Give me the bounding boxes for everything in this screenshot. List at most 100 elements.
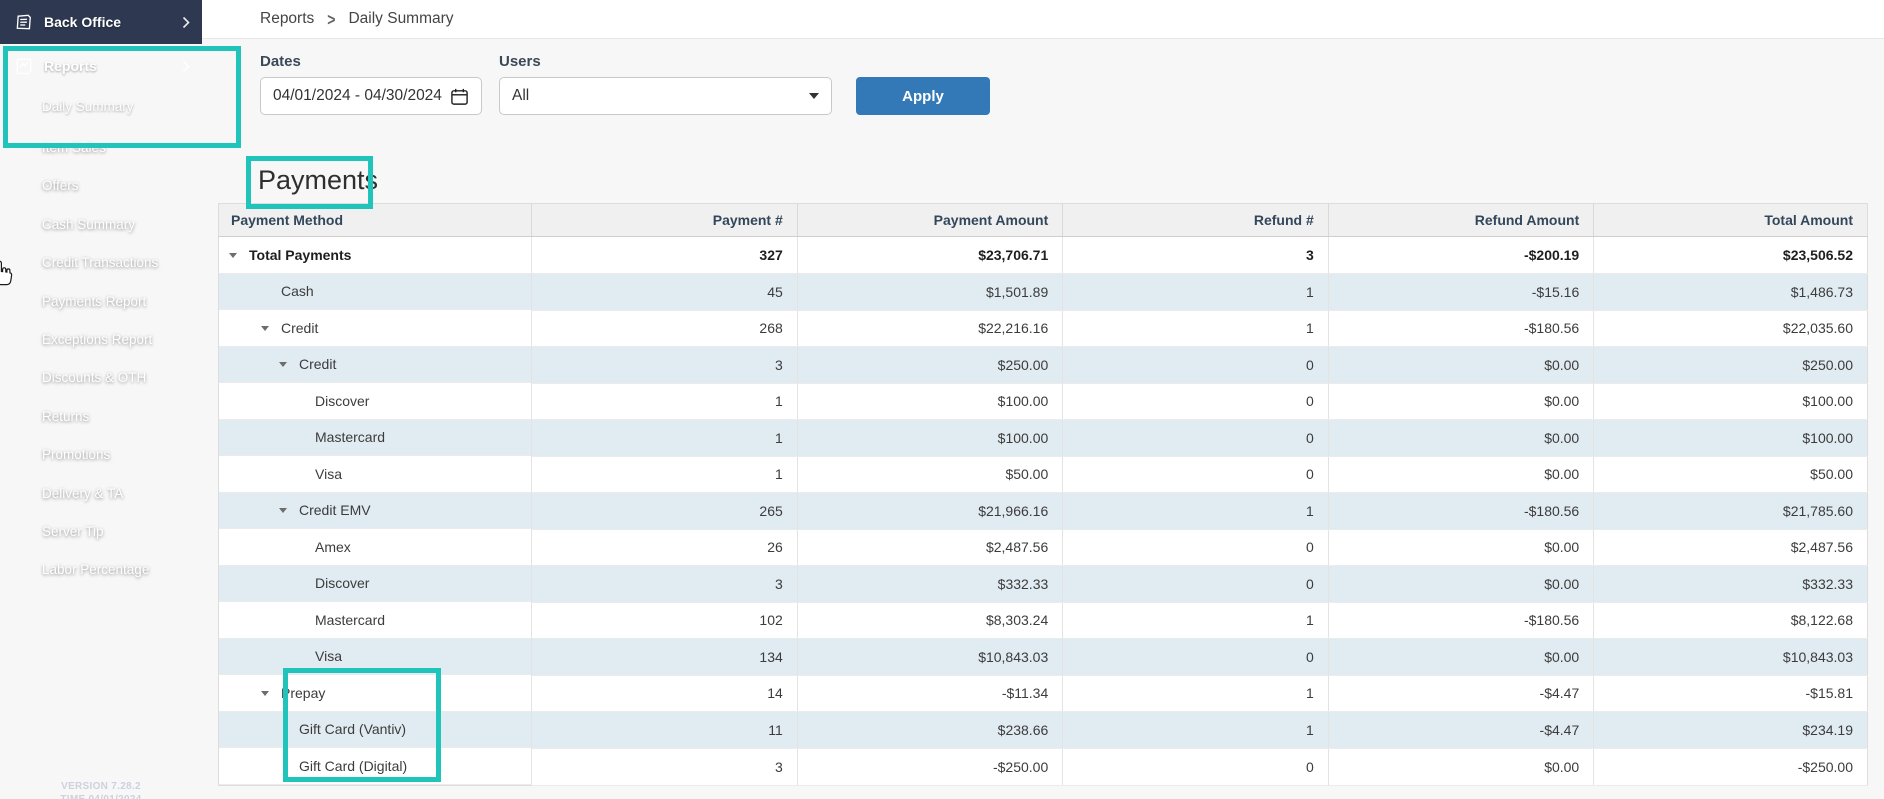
payment-method-label: Credit [299,356,336,372]
payment-method-label: Visa [315,648,342,664]
back-office-icon [14,12,34,32]
cell-payment-method: Gift Card (Digital) [219,748,532,785]
sidebar-item-exceptions-report[interactable]: Exceptions Report [0,321,202,359]
sidebar-item-server-tip[interactable]: Server Tip [0,513,202,551]
column-header-refund[interactable]: Refund # [1063,204,1328,237]
payments-table: Payment MethodPayment #Payment AmountRef… [218,203,1868,786]
payment-method-label: Mastercard [315,429,385,445]
payment-method-label: Mastercard [315,612,385,628]
sidebar-item-discounts-oth[interactable]: Discounts & OTH [0,359,202,397]
cell-refund-amount: $0.00 [1328,529,1593,566]
cell-payment-count: 3 [532,347,797,384]
date-range-input[interactable]: 04/01/2024 - 04/30/2024 [260,77,482,115]
sidebar-item-returns[interactable]: Returns [0,398,202,436]
payment-method-label: Discover [315,575,369,591]
page-title: Payments [258,161,1884,199]
sidebar-item-daily-summary[interactable]: Daily Summary [0,88,202,126]
cell-total-amount: $8,122.68 [1594,602,1868,639]
column-header-total-amount[interactable]: Total Amount [1594,204,1868,237]
apply-button[interactable]: Apply [856,77,990,115]
cell-total-amount: $22,035.60 [1594,310,1868,347]
reports-label: Reports [44,58,182,74]
sidebar-item-promotions[interactable]: Promotions [0,436,202,474]
column-header-payment[interactable]: Payment # [532,204,797,237]
cell-payment-amount: $100.00 [797,383,1062,420]
collapse-arrow-icon[interactable] [261,690,281,696]
cell-payment-count: 11 [532,712,797,749]
sidebar-item-offers[interactable]: Offers [0,167,202,205]
cell-total-amount: $50.00 [1594,456,1868,493]
table-row-credit-emv: Credit EMV265$21,966.161-$180.56$21,785.… [219,493,1868,530]
sidebar-item-reports[interactable]: Reports [0,44,202,88]
cell-payment-count: 102 [532,602,797,639]
cell-refund-count: 0 [1063,420,1328,457]
cell-payment-count: 1 [532,383,797,420]
payment-method-label: Credit EMV [299,502,371,518]
cell-refund-amount: $0.00 [1328,748,1593,785]
payments-table-container: Payment MethodPayment #Payment AmountRef… [218,203,1868,786]
breadcrumb-daily-summary[interactable]: Daily Summary [348,10,453,28]
users-select[interactable]: All [499,77,832,115]
table-row-credit: Credit268$22,216.161-$180.56$22,035.60 [219,310,1868,347]
cell-refund-amount: $0.00 [1328,420,1593,457]
collapse-arrow-icon[interactable] [261,325,281,331]
column-header-payment-amount[interactable]: Payment Amount [797,204,1062,237]
cell-refund-count: 0 [1063,383,1328,420]
cell-payment-count: 265 [532,493,797,530]
collapse-arrow-icon[interactable] [229,252,249,258]
payment-method-label: Credit [281,320,318,336]
cell-payment-count: 3 [532,566,797,603]
cell-payment-amount: $23,706.71 [797,237,1062,274]
cell-payment-amount: $22,216.16 [797,310,1062,347]
cell-payment-amount: $332.33 [797,566,1062,603]
chevron-right-icon [182,60,190,73]
collapse-arrow-icon[interactable] [279,507,299,513]
cursor-hand-icon [0,258,14,288]
column-header-payment-method[interactable]: Payment Method [219,204,532,237]
cell-payment-amount: $100.00 [797,420,1062,457]
cell-payment-count: 1 [532,420,797,457]
sidebar-item-payments-report[interactable]: Payments Report [0,283,202,321]
payment-method-label: Visa [315,466,342,482]
sidebar-item-credit-transactions[interactable]: Credit Transactions [0,244,202,282]
cell-payment-count: 14 [532,675,797,712]
breadcrumb-reports[interactable]: Reports [260,10,314,28]
sidebar-item-back-office[interactable]: Back Office [0,0,202,44]
cell-refund-amount: $0.00 [1328,456,1593,493]
sidebar: Back Office Reports Daily Summary Item S… [0,0,202,799]
cell-refund-count: 0 [1063,529,1328,566]
sidebar-item-delivery-ta[interactable]: Delivery & TA [0,475,202,513]
cell-payment-amount: $50.00 [797,456,1062,493]
sidebar-item-cash-summary[interactable]: Cash Summary [0,206,202,244]
sidebar-item-item-sales[interactable]: Item Sales [0,129,202,167]
table-row-gift-card-vantiv: Gift Card (Vantiv)11$238.661-$4.47$234.1… [219,712,1868,749]
main-content: Reports > Daily Summary Dates 04/01/2024… [202,0,1884,799]
version-time-line: TIME 04/01/2024 [0,793,202,799]
cell-refund-amount: -$180.56 [1328,602,1593,639]
cell-total-amount: $1,486.73 [1594,274,1868,311]
cell-refund-amount: $0.00 [1328,383,1593,420]
cell-total-amount: $100.00 [1594,420,1868,457]
table-row-total-payments: Total Payments327$23,706.713-$200.19$23,… [219,237,1868,274]
cell-total-amount: $250.00 [1594,347,1868,384]
cell-refund-count: 0 [1063,566,1328,603]
collapse-arrow-icon[interactable] [279,361,299,367]
cell-payment-method: Credit [219,347,532,384]
table-row-amex: Amex26$2,487.560$0.00$2,487.56 [219,529,1868,566]
cell-total-amount: -$15.81 [1594,675,1868,712]
table-row-visa: Visa1$50.000$0.00$50.00 [219,456,1868,493]
cell-refund-amount: -$180.56 [1328,310,1593,347]
table-row-mastercard: Mastercard102$8,303.241-$180.56$8,122.68 [219,602,1868,639]
cell-total-amount: $10,843.03 [1594,639,1868,676]
cell-payment-amount: $8,303.24 [797,602,1062,639]
cell-payment-method: Visa [219,639,532,676]
cell-payment-amount: $250.00 [797,347,1062,384]
version-info: VERSION 7.28.2 TIME 04/01/2024 [0,780,202,799]
cell-payment-count: 3 [532,748,797,785]
sidebar-item-labor-percentage[interactable]: Labor Percentage [0,551,202,589]
cell-total-amount: $2,487.56 [1594,529,1868,566]
column-header-refund-amount[interactable]: Refund Amount [1328,204,1593,237]
cell-payment-method: Credit [219,310,532,347]
cell-refund-count: 0 [1063,748,1328,785]
cell-refund-amount: $0.00 [1328,639,1593,676]
